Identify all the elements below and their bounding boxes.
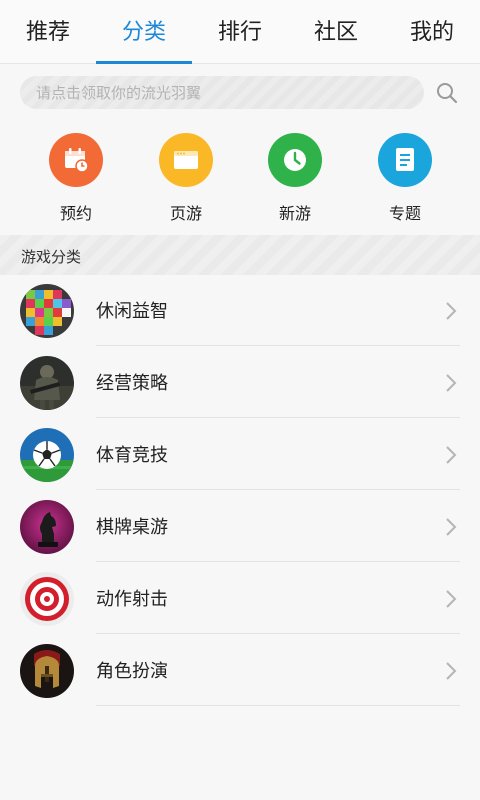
tab-categories[interactable]: 分类	[96, 0, 192, 64]
quick-entry-reservation[interactable]: 预约	[21, 130, 131, 224]
chevron-right-icon	[444, 588, 458, 610]
active-tab-indicator	[96, 61, 192, 64]
divider	[96, 489, 460, 490]
soldier-icon	[20, 356, 74, 410]
divider	[96, 417, 460, 418]
quick-entry-web-games[interactable]: 页游	[131, 130, 241, 224]
tab-ranking[interactable]: 排行	[192, 0, 288, 64]
category-list: 休闲益智 经营策略 体育竞技 棋牌桌游 动作射击 角色扮演	[0, 275, 480, 707]
chevron-right-icon	[444, 444, 458, 466]
soccer-ball-icon	[20, 428, 74, 482]
category-item-management-strategy[interactable]: 经营策略	[0, 347, 480, 419]
spartan-helmet-icon	[20, 644, 74, 698]
quick-entry-topics[interactable]: 专题	[350, 130, 460, 224]
chevron-right-icon	[444, 372, 458, 394]
tab-community[interactable]: 社区	[288, 0, 384, 64]
search-icon[interactable]	[434, 80, 460, 106]
target-icon	[20, 572, 74, 626]
tab-mine[interactable]: 我的	[384, 0, 480, 64]
quick-entry-label: 新游	[278, 204, 311, 223]
top-tab-bar: 推荐 分类 排行 社区 我的	[0, 0, 480, 64]
document-icon	[378, 133, 432, 187]
quick-entry-new-games[interactable]: 新游	[240, 130, 350, 224]
search-bar	[20, 76, 424, 109]
chevron-right-icon	[444, 300, 458, 322]
category-name: 角色扮演	[96, 661, 168, 682]
quick-entry-label: 页游	[169, 204, 202, 223]
category-name: 动作射击	[96, 589, 168, 610]
category-name: 体育竞技	[96, 445, 168, 466]
category-name: 经营策略	[96, 373, 168, 394]
category-item-action-shooter[interactable]: 动作射击	[0, 563, 480, 635]
category-item-casual-puzzle[interactable]: 休闲益智	[0, 275, 480, 347]
chess-knight-icon	[20, 500, 74, 554]
category-item-board-card[interactable]: 棋牌桌游	[0, 491, 480, 563]
pixel-puzzle-icon	[20, 284, 74, 338]
category-name: 休闲益智	[96, 301, 168, 322]
section-title: 游戏分类	[21, 248, 82, 266]
category-item-sports[interactable]: 体育竞技	[0, 419, 480, 491]
divider	[96, 345, 460, 346]
category-name: 棋牌桌游	[96, 517, 168, 538]
tab-recommend[interactable]: 推荐	[0, 0, 96, 64]
chevron-right-icon	[444, 516, 458, 538]
browser-window-icon	[159, 133, 213, 187]
quick-entry-label: 专题	[388, 204, 421, 223]
divider	[96, 633, 460, 634]
calendar-clock-icon	[49, 133, 103, 187]
chevron-right-icon	[444, 660, 458, 682]
quick-entry-label: 预约	[59, 204, 92, 223]
divider	[96, 561, 460, 562]
category-item-role-playing[interactable]: 角色扮演	[0, 635, 480, 707]
divider	[96, 705, 460, 706]
clock-icon	[268, 133, 322, 187]
section-header: 游戏分类	[0, 235, 480, 275]
search-input[interactable]	[36, 76, 406, 109]
